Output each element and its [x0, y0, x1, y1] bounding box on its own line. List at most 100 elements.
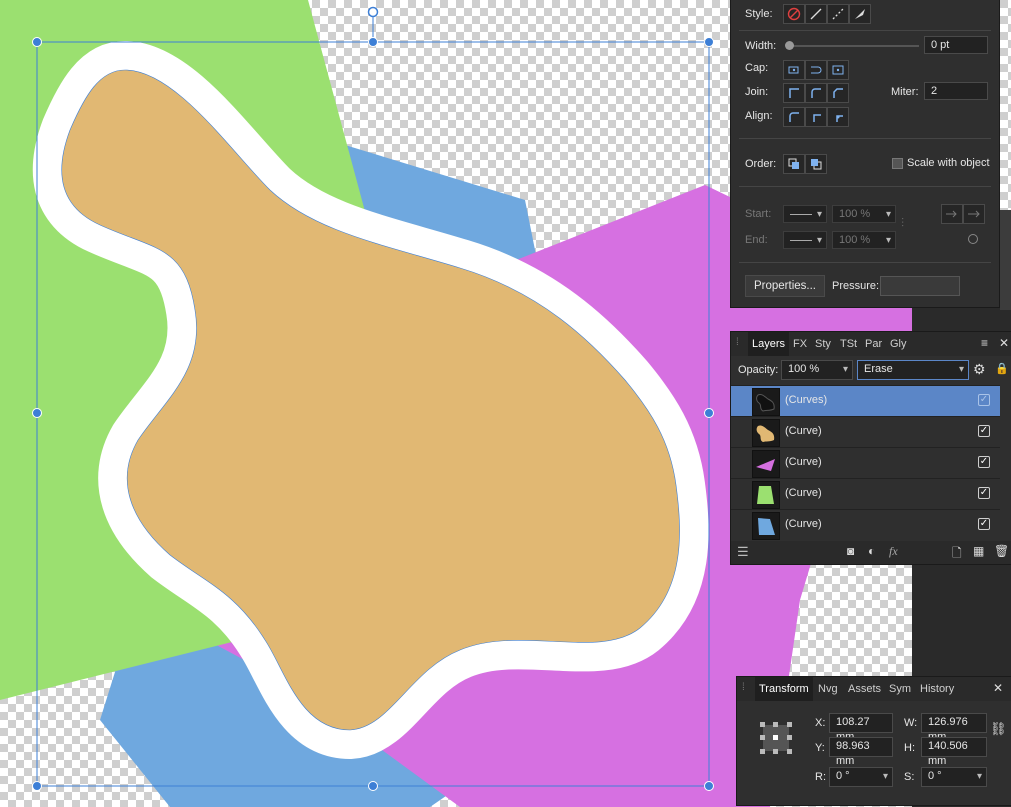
h-field[interactable]: 140.506 mm [921, 737, 987, 767]
handle-top-right[interactable] [704, 37, 714, 47]
panel-grip-icon[interactable]: ⁞ [742, 682, 745, 693]
scale-with-object-checkbox[interactable] [892, 158, 903, 169]
align-label: Align: [745, 110, 773, 122]
adjustment-icon[interactable]: ◐ [868, 544, 875, 558]
join-round-button[interactable] [805, 83, 827, 103]
width-slider-thumb[interactable] [785, 41, 794, 50]
tab-text-styles[interactable]: TSt [840, 332, 857, 356]
style-none-button[interactable] [783, 4, 805, 24]
layer-thumbnail [752, 481, 780, 509]
panel-close-icon[interactable]: ✕ [999, 336, 1009, 350]
new-pixel-layer-icon[interactable]: ▦ [973, 544, 984, 558]
layer-visibility-checkbox[interactable]: ✓ [978, 456, 990, 468]
arrow-beyond-button[interactable] [963, 204, 985, 224]
end-scale-field[interactable]: 100 % [832, 231, 896, 249]
y-field[interactable]: 98.963 mm [829, 737, 893, 767]
align-outside-button[interactable] [827, 107, 849, 127]
layer-visibility-checkbox[interactable]: ✓ [978, 394, 990, 406]
rotation-handle[interactable] [367, 6, 379, 18]
layer-row[interactable]: (Curve) ✓ [731, 416, 1000, 447]
panel-close-icon[interactable]: ✕ [993, 681, 1003, 695]
layer-visibility-checkbox[interactable]: ✓ [978, 425, 990, 437]
lock-icon[interactable]: 🔒 [995, 362, 1009, 375]
tab-layers[interactable]: Layers [748, 332, 790, 356]
tab-glyphs[interactable]: Gly [890, 332, 907, 356]
start-scale-field[interactable]: 100 % [832, 205, 896, 223]
lock-aspect-ratio-icon[interactable]: ⛓ [990, 721, 1007, 737]
layer-thumbnail [752, 388, 780, 416]
rotation-field[interactable]: 0 ° [829, 767, 893, 787]
dashed-line-icon [832, 8, 844, 20]
layer-row[interactable]: (Curves) ✓ [731, 385, 1000, 416]
separator [739, 186, 991, 187]
layer-stack-icon[interactable]: ☰ [737, 544, 749, 560]
style-dashed-button[interactable] [827, 4, 849, 24]
properties-button[interactable]: Properties... [745, 275, 825, 297]
join-miter-button[interactable] [783, 83, 805, 103]
width-field[interactable]: 0 pt [924, 36, 988, 54]
w-field[interactable]: 126.976 mm [921, 713, 987, 743]
join-bevel-button[interactable] [827, 83, 849, 103]
miter-label: Miter: [891, 86, 919, 98]
blend-mode-select[interactable]: Erase [857, 360, 969, 380]
end-arrowhead-select[interactable] [783, 231, 827, 249]
tab-paragraph[interactable]: Par [865, 332, 882, 356]
x-label: X: [815, 717, 826, 729]
solid-line-icon [810, 8, 822, 20]
tab-history[interactable]: History [920, 677, 954, 701]
mask-icon[interactable]: ◙ [847, 544, 854, 558]
panel-grip-icon[interactable]: ⁞ [736, 337, 739, 348]
tab-fx[interactable]: FX [793, 332, 807, 356]
cap-square-button[interactable] [827, 60, 849, 80]
end-label: End: [745, 234, 768, 246]
miter-field[interactable]: 2 [924, 82, 988, 100]
layer-row[interactable]: (Curve) ✓ [731, 509, 1000, 540]
layers-tab-bar: ⁞ Layers FX Sty TSt Par Gly ≡ ✕ [731, 332, 1011, 356]
anchor-point-selector[interactable] [759, 721, 793, 755]
shear-field[interactable]: 0 ° [921, 767, 987, 787]
layer-visibility-checkbox[interactable]: ✓ [978, 487, 990, 499]
handle-middle-right[interactable] [704, 408, 714, 418]
round-cap-icon [811, 66, 822, 74]
cap-round-button[interactable] [805, 60, 827, 80]
order-front-button[interactable] [805, 154, 827, 174]
x-field[interactable]: 108.27 mm [829, 713, 893, 743]
opacity-field[interactable]: 100 % [781, 360, 853, 380]
new-layer-icon[interactable]: 🗋 [952, 544, 962, 565]
layer-name: (Curve) [785, 456, 822, 468]
fx-icon[interactable]: fx [889, 544, 898, 559]
start-label: Start: [745, 208, 772, 220]
handle-bottom-right[interactable] [704, 781, 714, 791]
handle-bottom-center[interactable] [368, 781, 378, 791]
tab-styles[interactable]: Sty [815, 332, 831, 356]
layer-row[interactable]: (Curve) ✓ [731, 447, 1000, 478]
layer-settings-gear-icon[interactable]: ⚙ [973, 361, 986, 378]
tab-symbols[interactable]: Sym [889, 677, 911, 701]
style-solid-button[interactable] [805, 4, 827, 24]
tab-navigator[interactable]: Nvg [818, 677, 838, 701]
layer-row[interactable]: (Curve) ✓ [731, 478, 1000, 509]
align-inside-button[interactable] [783, 107, 805, 127]
arrow-tip-button[interactable] [941, 204, 963, 224]
panel-menu-icon[interactable]: ≡ [981, 336, 988, 350]
handle-top-center[interactable] [368, 37, 378, 47]
order-behind-button[interactable] [783, 154, 805, 174]
layer-visibility-checkbox[interactable]: ✓ [978, 518, 990, 530]
link-scale-icon[interactable]: ⫶ [901, 216, 904, 231]
start-arrowhead-select[interactable] [783, 205, 827, 223]
swap-arrows-button[interactable] [963, 230, 985, 250]
dock-scrollbar[interactable] [1000, 210, 1011, 310]
handle-bottom-left[interactable] [32, 781, 42, 791]
cap-butt-button[interactable] [783, 60, 805, 80]
tab-assets[interactable]: Assets [848, 677, 881, 701]
style-brush-button[interactable] [849, 4, 871, 24]
delete-layer-icon[interactable]: 🗑 [994, 544, 1009, 558]
layer-thumbnail [752, 512, 780, 540]
handle-top-left[interactable] [32, 37, 42, 47]
align-center-button[interactable] [805, 107, 827, 127]
tab-transform[interactable]: Transform [755, 677, 813, 701]
layer-thumbnail [752, 450, 780, 478]
handle-middle-left[interactable] [32, 408, 42, 418]
width-slider-track[interactable] [789, 45, 919, 47]
pressure-graph[interactable] [880, 276, 960, 296]
